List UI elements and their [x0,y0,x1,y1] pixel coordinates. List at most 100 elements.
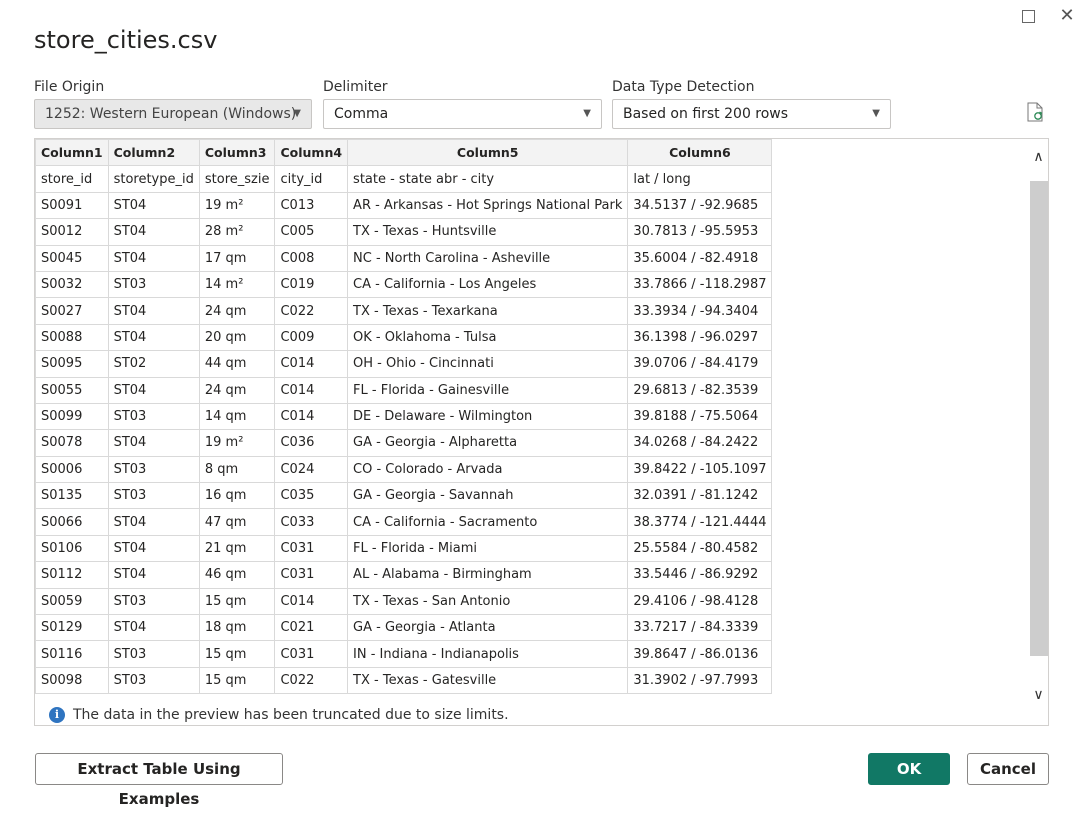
table-row: S0032 ST03 14 m² C019 CA - California - Los … [35,270,773,299]
file-origin-select[interactable]: 1252: Western European (Windows) ▼ [34,99,312,129]
table-cell: CA - California - Sacramento [347,508,629,536]
column-header[interactable]: Column6 [627,139,773,167]
table-cell: 15 qm [198,640,276,668]
table-cell: C005 [274,218,349,246]
table-cell: 19 m² [198,429,276,457]
table-row: store_id storetype_id store_szie city_id sta… [35,165,773,193]
ok-button[interactable]: OK [868,753,950,785]
file-origin-label: File Origin [34,79,105,95]
chevron-down-icon: ▼ [872,108,880,119]
table-cell: 34.0268 / -84.2422 [627,429,773,457]
table-row: S0116 ST03 15 qm C031 IN - Indiana - Indiana… [35,640,773,668]
scroll-thumb[interactable] [1030,181,1048,656]
table-cell: C009 [274,323,349,352]
table-cell: C014 [274,402,349,431]
table-cell: 39.8188 / -75.5064 [627,402,773,431]
table-cell: GA - Georgia - Atlanta [347,614,629,642]
table-row: S0027 ST04 24 qm C022 TX - Texas - Texarkana… [35,297,773,325]
table-cell: CA - California - Los Angeles [347,270,629,299]
table-cell: ST03 [107,402,200,431]
dialog-title: store_cities.csv [34,26,218,54]
table-cell: 44 qm [198,350,276,378]
table-cell: 14 m² [198,270,276,299]
table-row: S0091 ST04 19 m² C013 AR - Arkansas - Hot Sp… [35,191,773,220]
table-cell: TX - Texas - Gatesville [347,666,629,695]
column-header[interactable]: Column3 [198,139,276,167]
table-cell: store_szie [198,165,276,193]
extract-table-button[interactable]: Extract Table Using Examples [35,753,283,808]
table-cell: C031 [274,534,349,563]
maximize-button[interactable] [1018,6,1038,26]
table-row: S0098 ST03 15 qm C022 TX - Texas - Gatesvill… [35,666,773,695]
table-cell: S0078 [35,429,109,457]
table-cell: C033 [274,508,349,536]
table-cell: 20 qm [198,323,276,352]
table-cell: S0045 [35,244,109,272]
table-cell: ST04 [107,614,200,642]
table-cell: 33.7217 / -84.3339 [627,614,773,642]
table-cell: 33.5446 / -86.9292 [627,561,773,589]
table-cell: storetype_id [107,165,200,193]
table-row: S0066 ST04 47 qm C033 CA - California - Sacr… [35,508,773,536]
table-cell: 25.5584 / -80.4582 [627,534,773,563]
info-icon: i [49,707,65,723]
table-cell: ST03 [107,640,200,668]
refresh-file-icon[interactable] [1027,102,1043,122]
table-cell: ST04 [107,376,200,404]
table-cell: 14 qm [198,402,276,431]
table-row: S0078 ST04 19 m² C036 GA - Georgia - Alphare… [35,429,773,457]
table-cell: 33.7866 / -118.2987 [627,270,773,299]
table-cell: 29.6813 / -82.3539 [627,376,773,404]
table-cell: lat / long [627,165,773,193]
table-cell: ST04 [107,191,200,220]
table-cell: AL - Alabama - Birmingham [347,561,629,589]
table-cell: city_id [274,165,349,193]
table-cell: 15 qm [198,666,276,695]
table-row: S0129 ST04 18 qm C021 GA - Georgia - Atlanta… [35,614,773,642]
table-cell: S0055 [35,376,109,404]
scroll-down-icon[interactable]: ∨ [1028,687,1048,717]
table-cell: ST03 [107,270,200,299]
table-cell: 31.3902 / -97.7993 [627,666,773,695]
table-cell: OK - Oklahoma - Tulsa [347,323,629,352]
table-cell: C036 [274,429,349,457]
table-cell: GA - Georgia - Alpharetta [347,429,629,457]
column-header[interactable]: Column1 [35,139,109,167]
table-cell: S0116 [35,640,109,668]
table-cell: TX - Texas - Texarkana [347,297,629,325]
table-cell: ST03 [107,455,200,484]
column-header[interactable]: Column5 [347,139,629,167]
table-cell: 19 m² [198,191,276,220]
table-cell: 35.6004 / -82.4918 [627,244,773,272]
table-row: S0006 ST03 8 qm C024 CO - Colorado - Arvada 3… [35,455,773,484]
vertical-scrollbar[interactable]: ∧ ∨ [1028,139,1048,725]
detection-label: Data Type Detection [612,79,755,95]
table-cell: 17 qm [198,244,276,272]
column-header[interactable]: Column2 [107,139,200,167]
table-cell: S0012 [35,218,109,246]
table-cell: store_id [35,165,109,193]
table-cell: AR - Arkansas - Hot Springs National Par… [347,191,629,220]
table-cell: S0091 [35,191,109,220]
table-row: S0059 ST03 15 qm C014 TX - Texas - San Anton… [35,587,773,616]
table-cell: S0088 [35,323,109,352]
table-cell: 8 qm [198,455,276,484]
chevron-down-icon: ▼ [583,108,591,119]
cancel-button[interactable]: Cancel [967,753,1049,785]
detection-select[interactable]: Based on first 200 rows ▼ [612,99,891,129]
table-cell: ST04 [107,218,200,246]
data-preview: Column1 Column2 Column3 Column4 Column5 Colum… [34,138,1049,726]
table-cell: ST02 [107,350,200,378]
table-cell: TX - Texas - Huntsville [347,218,629,246]
table-cell: ST04 [107,244,200,272]
delimiter-label: Delimiter [323,79,388,95]
close-button[interactable]: ✕ [1057,6,1077,26]
delimiter-select[interactable]: Comma ▼ [323,99,602,129]
table-cell: IN - Indiana - Indianapolis [347,640,629,668]
scroll-up-icon[interactable]: ∧ [1028,149,1048,179]
table-cell: S0027 [35,297,109,325]
table-cell: FL - Florida - Gainesville [347,376,629,404]
column-header[interactable]: Column4 [274,139,349,167]
table-cell: C014 [274,587,349,616]
table-cell: S0135 [35,482,109,510]
